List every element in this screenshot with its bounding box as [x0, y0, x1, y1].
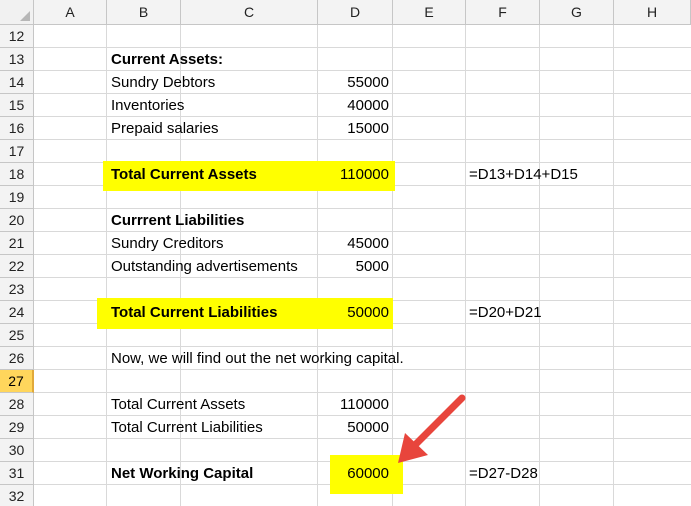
total-current-assets-label: Total Current Assets [111, 166, 257, 183]
net-working-capital-formula: =D27-D28 [469, 465, 538, 482]
total-current-liabilities-value: 50000 [347, 304, 389, 321]
row-header-16[interactable]: 16 [0, 117, 34, 140]
total-current-liabilities-formula: =D20+D21 [469, 304, 542, 321]
gridline [392, 25, 393, 506]
row-header-25[interactable]: 25 [0, 324, 34, 347]
row-header-21[interactable]: 21 [0, 232, 34, 255]
prepaid-salaries-label: Prepaid salaries [111, 120, 219, 137]
total-current-assets-value: 110000 [340, 166, 389, 183]
total-current-assets-formula: =D13+D14+D15 [469, 166, 578, 183]
total-current-liabilities-label: Total Current Liabilities [111, 304, 278, 321]
row-header-18[interactable]: 18 [0, 163, 34, 186]
gridline [465, 25, 466, 506]
row-header-28[interactable]: 28 [0, 393, 34, 416]
column-header-c[interactable]: C [181, 0, 318, 25]
row-header-19[interactable]: 19 [0, 186, 34, 209]
gridline [613, 25, 614, 506]
row-header-22[interactable]: 22 [0, 255, 34, 278]
row-header-30[interactable]: 30 [0, 439, 34, 462]
spreadsheet: A B C D E F G H 12 13 14 15 16 17 18 19 … [0, 0, 691, 506]
net-working-capital-label: Net Working Capital [111, 465, 254, 482]
summary-liabilities-label: Total Current Liabilities [111, 419, 263, 436]
row-header-31[interactable]: 31 [0, 462, 34, 485]
prepaid-salaries-value: 15000 [347, 120, 389, 137]
column-header-a[interactable]: A [34, 0, 107, 25]
summary-assets-label: Total Current Assets [111, 396, 246, 413]
row-header-23[interactable]: 23 [0, 278, 34, 301]
column-header-e[interactable]: E [393, 0, 466, 25]
row-header-27-active[interactable]: 27 [0, 370, 34, 393]
outstanding-ads-label: Outstanding advertisements [111, 258, 298, 275]
select-all-triangle-icon [20, 11, 30, 21]
inventories-label: Inventories [111, 97, 185, 114]
row-header-17[interactable]: 17 [0, 140, 34, 163]
column-header-b[interactable]: B [107, 0, 181, 25]
sundry-debtors-label: Sundry Debtors [111, 74, 216, 91]
column-header-h[interactable]: H [614, 0, 691, 25]
row-header-13[interactable]: 13 [0, 48, 34, 71]
summary-assets-value: 110000 [340, 396, 389, 413]
summary-liabilities-value: 50000 [347, 419, 389, 436]
row-header-29[interactable]: 29 [0, 416, 34, 439]
gridline [106, 25, 107, 506]
current-assets-heading: Current Assets: [111, 51, 223, 68]
row-header-20[interactable]: 20 [0, 209, 34, 232]
current-liabilities-heading: Currrent Liabilities [111, 212, 245, 229]
sundry-debtors-value: 55000 [347, 74, 389, 91]
sundry-creditors-label: Sundry Creditors [111, 235, 224, 252]
net-working-capital-value: 60000 [347, 465, 389, 482]
select-all-button[interactable] [0, 0, 34, 25]
row-header-32[interactable]: 32 [0, 485, 34, 506]
row-header-24[interactable]: 24 [0, 301, 34, 324]
sundry-creditors-value: 45000 [347, 235, 389, 252]
note-text: Now, we will find out the net working ca… [111, 350, 404, 367]
row-header-12[interactable]: 12 [0, 25, 34, 48]
column-header-d[interactable]: D [318, 0, 393, 25]
inventories-value: 40000 [347, 97, 389, 114]
column-header-f[interactable]: F [466, 0, 540, 25]
row-header-14[interactable]: 14 [0, 71, 34, 94]
gridline [539, 25, 540, 506]
row-header-26[interactable]: 26 [0, 347, 34, 370]
column-header-g[interactable]: G [540, 0, 614, 25]
outstanding-ads-value: 5000 [355, 258, 389, 275]
row-header-15[interactable]: 15 [0, 94, 34, 117]
